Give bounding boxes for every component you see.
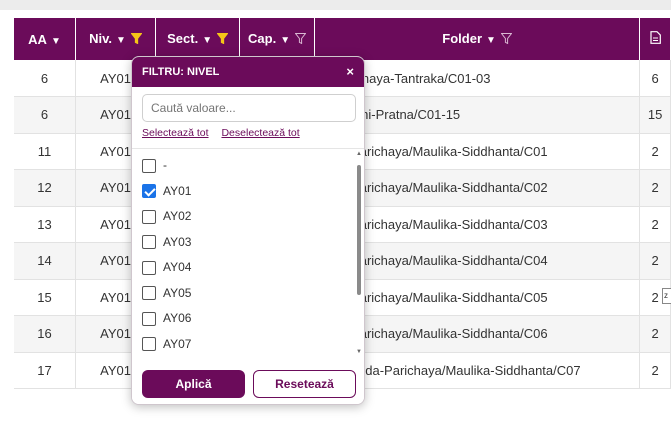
filter-option-label: AY03 bbox=[163, 234, 192, 249]
apply-button[interactable]: Aplică bbox=[142, 370, 245, 398]
filter-funnel-icon[interactable] bbox=[130, 32, 143, 47]
cell-aa: 15 bbox=[14, 279, 77, 316]
sort-desc-icon[interactable]: ▼ bbox=[51, 36, 61, 47]
cell-n: 2 bbox=[639, 242, 671, 280]
column-header-label: Sect. bbox=[167, 30, 199, 46]
filter-option-label: AY04 bbox=[163, 260, 192, 274]
filter-option[interactable]: AY03 bbox=[142, 234, 191, 256]
filter-option[interactable]: - bbox=[142, 157, 167, 179]
filter-option-label: AY06 bbox=[163, 311, 192, 325]
checkbox-unchecked[interactable] bbox=[142, 209, 156, 224]
cell-aa: 17 bbox=[14, 352, 77, 389]
cell-aa: 6 bbox=[14, 60, 77, 97]
cell-aa: 12 bbox=[14, 169, 77, 207]
filter-option-label: AY02 bbox=[163, 209, 192, 223]
filter-funnel-icon[interactable] bbox=[294, 32, 307, 47]
column-header-label: Cap. bbox=[248, 30, 277, 46]
cell-n: 2 bbox=[639, 169, 671, 207]
cell-aa: 14 bbox=[14, 242, 77, 280]
sort-desc-icon[interactable]: ▼ bbox=[486, 35, 496, 46]
deselect-all-link[interactable]: Deselectează tot bbox=[221, 127, 299, 139]
column-header-cap[interactable]: Cap. ▼ bbox=[239, 18, 316, 60]
filter-option[interactable]: AY02 bbox=[142, 208, 191, 230]
checkbox-unchecked[interactable] bbox=[142, 158, 156, 173]
cell-n: 15 bbox=[639, 96, 671, 134]
filter-options-list[interactable]: ▲ ▼ -AY01AY02AY03AY04AY05AY06AY07AY10 bbox=[132, 148, 364, 380]
top-strip bbox=[0, 0, 671, 10]
document-icon bbox=[649, 31, 661, 47]
scroll-down-icon[interactable]: ▼ bbox=[356, 349, 362, 355]
filter-funnel-icon[interactable] bbox=[500, 32, 513, 47]
table-header-row: AA ▼ Niv. ▼ Sect. ▼ Cap. ▼ Folder ▼ bbox=[14, 18, 671, 60]
filter-option[interactable]: AY01 bbox=[142, 183, 191, 205]
column-header-sect[interactable]: Sect. ▼ bbox=[155, 18, 241, 60]
reset-button[interactable]: Resetează bbox=[253, 370, 356, 398]
cell-aa: 16 bbox=[14, 315, 77, 353]
checkbox-unchecked[interactable] bbox=[142, 235, 156, 250]
filter-search-input[interactable] bbox=[142, 94, 356, 122]
cell-n: 2 bbox=[639, 206, 671, 243]
cell-n: 2 bbox=[639, 133, 671, 170]
select-all-link[interactable]: Selectează tot bbox=[142, 127, 209, 139]
close-icon[interactable]: × bbox=[346, 57, 354, 87]
column-header-doc[interactable] bbox=[639, 18, 671, 60]
sort-desc-icon[interactable]: ▼ bbox=[202, 35, 212, 46]
filter-option-label: AY05 bbox=[163, 285, 192, 300]
scroll-up-icon[interactable]: ▲ bbox=[356, 151, 362, 157]
column-header-folder[interactable]: Folder ▼ bbox=[314, 18, 641, 60]
filter-option-label: AY01 bbox=[163, 183, 192, 198]
sort-desc-icon[interactable]: ▼ bbox=[280, 35, 290, 46]
sort-desc-icon[interactable]: ▼ bbox=[116, 35, 126, 46]
cell-n: 6 bbox=[639, 60, 671, 97]
checkbox-unchecked[interactable] bbox=[142, 286, 156, 301]
filter-funnel-icon[interactable] bbox=[216, 32, 229, 47]
checkbox-unchecked[interactable] bbox=[142, 311, 156, 326]
filter-popup-footer: Aplică Resetează bbox=[132, 362, 364, 404]
checkbox-unchecked[interactable] bbox=[142, 337, 156, 352]
cell-aa: 6 bbox=[14, 96, 77, 134]
column-header-label: Folder bbox=[442, 30, 483, 46]
filter-option-label: AY07 bbox=[163, 336, 192, 351]
checkbox-checked[interactable] bbox=[142, 184, 156, 199]
filter-option[interactable]: AY07 bbox=[142, 336, 191, 358]
filter-option[interactable]: AY06 bbox=[142, 310, 191, 332]
options-scrollbar[interactable]: ▲ ▼ bbox=[356, 151, 362, 355]
filter-popup-title: FILTRU: NIVEL bbox=[142, 66, 220, 78]
filter-option[interactable]: AY05 bbox=[142, 285, 191, 307]
filter-popup: FILTRU: NIVEL × Selectează tot Deselecte… bbox=[131, 56, 365, 405]
select-links: Selectează tot Deselectează tot bbox=[142, 127, 310, 139]
cell-tooltip: z bbox=[662, 288, 671, 304]
cell-aa: 11 bbox=[14, 133, 77, 170]
filter-option-label: - bbox=[163, 158, 167, 172]
column-header-label: Niv. bbox=[89, 30, 113, 46]
cell-n: 2 bbox=[639, 352, 671, 389]
checkbox-unchecked[interactable] bbox=[142, 260, 156, 275]
filter-popup-header: FILTRU: NIVEL × bbox=[132, 57, 364, 87]
column-header-niv[interactable]: Niv. ▼ bbox=[75, 18, 157, 60]
column-header-label: AA bbox=[28, 31, 47, 47]
cell-n: 2 bbox=[639, 315, 671, 353]
filter-option[interactable]: AY04 bbox=[142, 259, 191, 281]
column-header-aa[interactable]: AA ▼ bbox=[14, 18, 77, 60]
scroll-thumb[interactable] bbox=[357, 165, 361, 295]
cell-aa: 13 bbox=[14, 206, 77, 243]
